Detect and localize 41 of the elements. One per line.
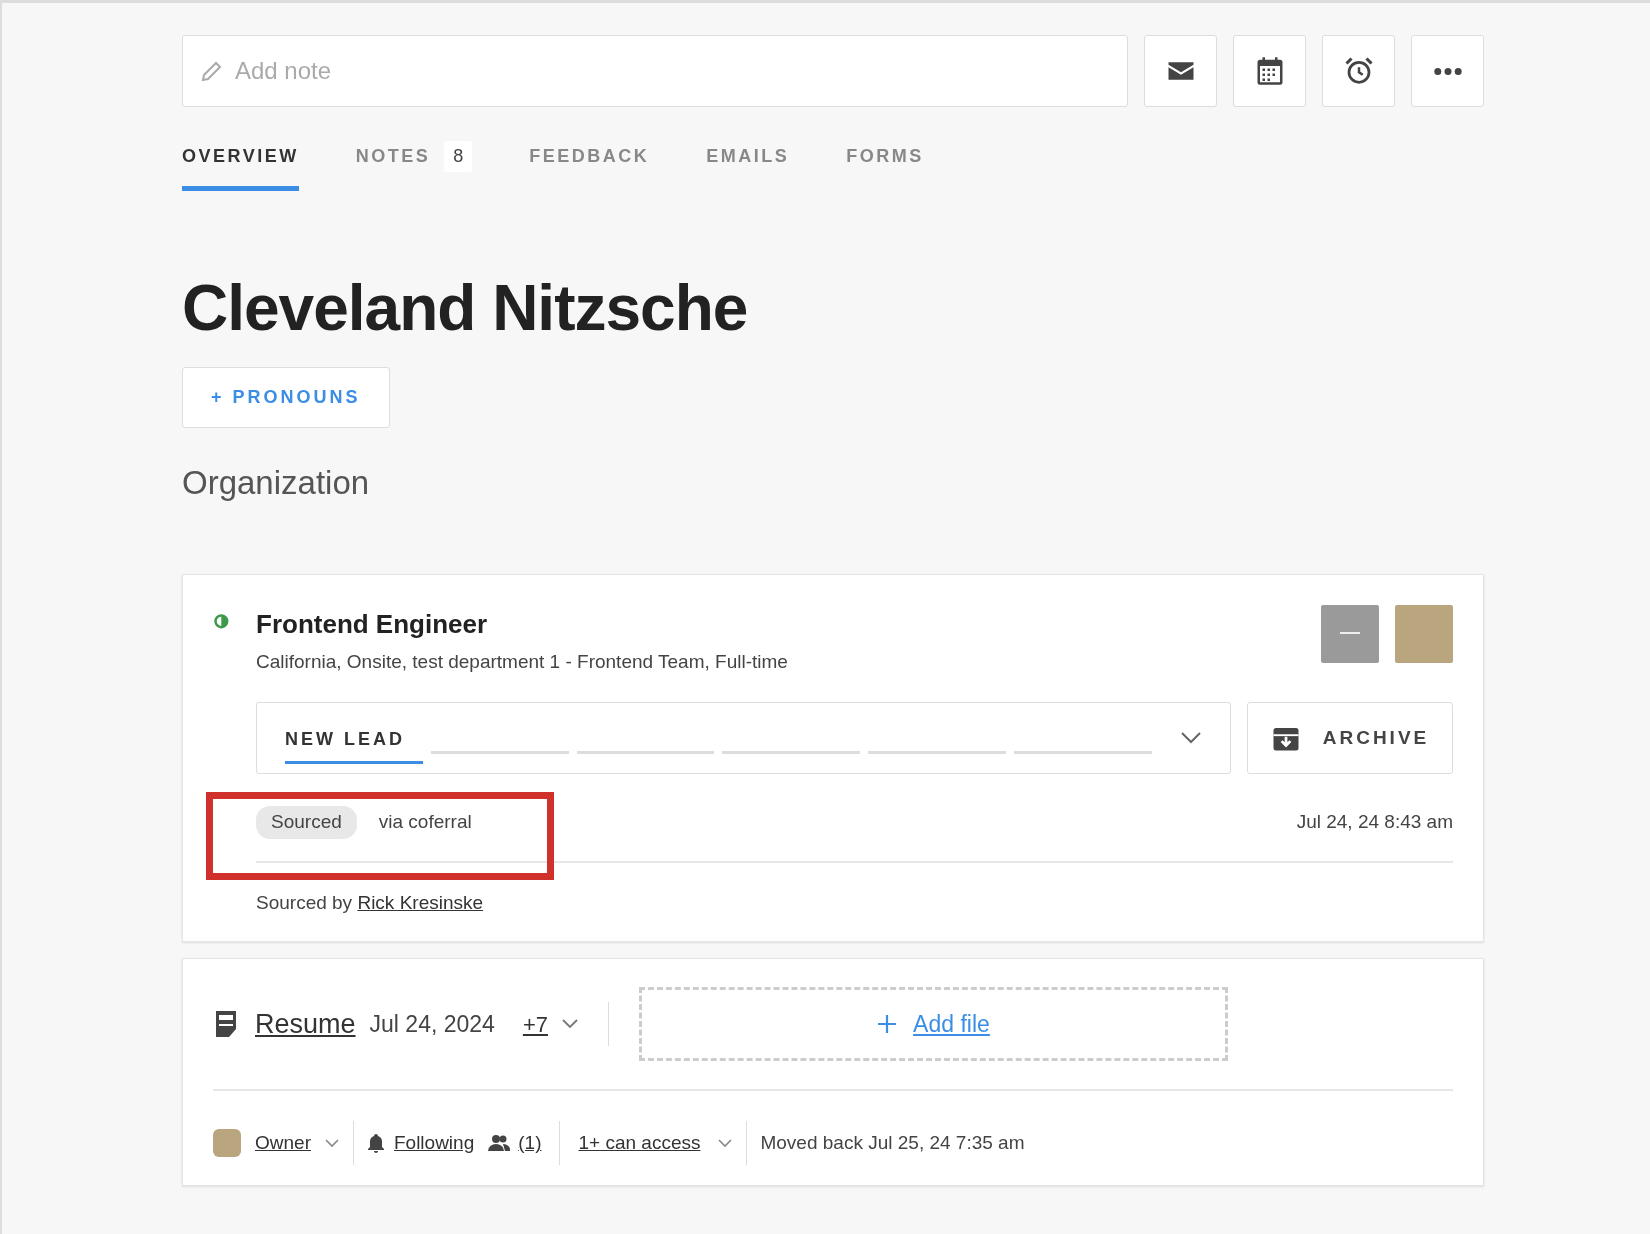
organization-label: Organization <box>182 463 371 504</box>
file-date: Jul 24, 2024 <box>369 1010 495 1040</box>
users-icon <box>488 1134 511 1153</box>
access-link[interactable]: 1+ can access <box>578 1129 701 1158</box>
caret-icon <box>561 1019 578 1030</box>
moved-status: Moved back Jul 25, 24 7:35 am <box>760 1131 1025 1156</box>
count-badge: 8 <box>444 141 473 172</box>
job-title: Frontend Engineer <box>256 607 489 641</box>
sourced-by-text: Sourced by Rick Kresinske <box>256 890 485 915</box>
candidate-name: Cleveland Nitzsche <box>182 273 749 344</box>
calendar-button[interactable] <box>1233 35 1306 107</box>
stage-label: NEW LEAD <box>285 728 406 752</box>
source-tag: Sourced <box>256 806 357 839</box>
job-details: California, Onsite, test department 1 - Frontend Team, Full-time <box>256 649 789 674</box>
plus-icon <box>877 1014 898 1035</box>
owner-avatar <box>213 1129 241 1158</box>
following-link[interactable]: Following <box>393 1129 475 1158</box>
followers-count-link[interactable]: (1) <box>518 1129 542 1158</box>
owner-link[interactable]: Owner <box>255 1129 311 1158</box>
more-button[interactable] <box>1411 35 1484 107</box>
more-files-link[interactable]: +7 <box>522 1007 548 1041</box>
caret-icon <box>1179 731 1202 746</box>
photo-placeholder <box>1395 604 1453 663</box>
mail-button[interactable] <box>1144 35 1217 107</box>
add-note-field[interactable]: Add note <box>182 35 1128 107</box>
pencil-icon <box>200 59 224 83</box>
pipeline-stage-selector[interactable]: NEW LEAD <box>256 702 1231 775</box>
tab[interactable]: NOTES 8 <box>355 131 473 191</box>
sourced-by-link[interactable]: Rick Kresinske <box>357 891 484 913</box>
application-date: Jul 24, 24 8:43 am <box>1296 810 1453 835</box>
alarm-clock-button[interactable] <box>1322 35 1395 107</box>
caret-icon <box>324 1138 339 1148</box>
more-icon <box>1433 67 1462 75</box>
alarm-clock-icon <box>1343 56 1374 86</box>
pdf-file-icon <box>213 1010 239 1039</box>
tab[interactable]: OVERVIEW <box>182 131 299 191</box>
bell-icon <box>365 1133 386 1154</box>
resume-link[interactable]: Resume <box>255 1004 356 1045</box>
source-detail: via coferral <box>378 810 472 835</box>
caret-icon <box>718 1138 733 1148</box>
archive-button[interactable]: ARCHIVE <box>1247 702 1453 775</box>
